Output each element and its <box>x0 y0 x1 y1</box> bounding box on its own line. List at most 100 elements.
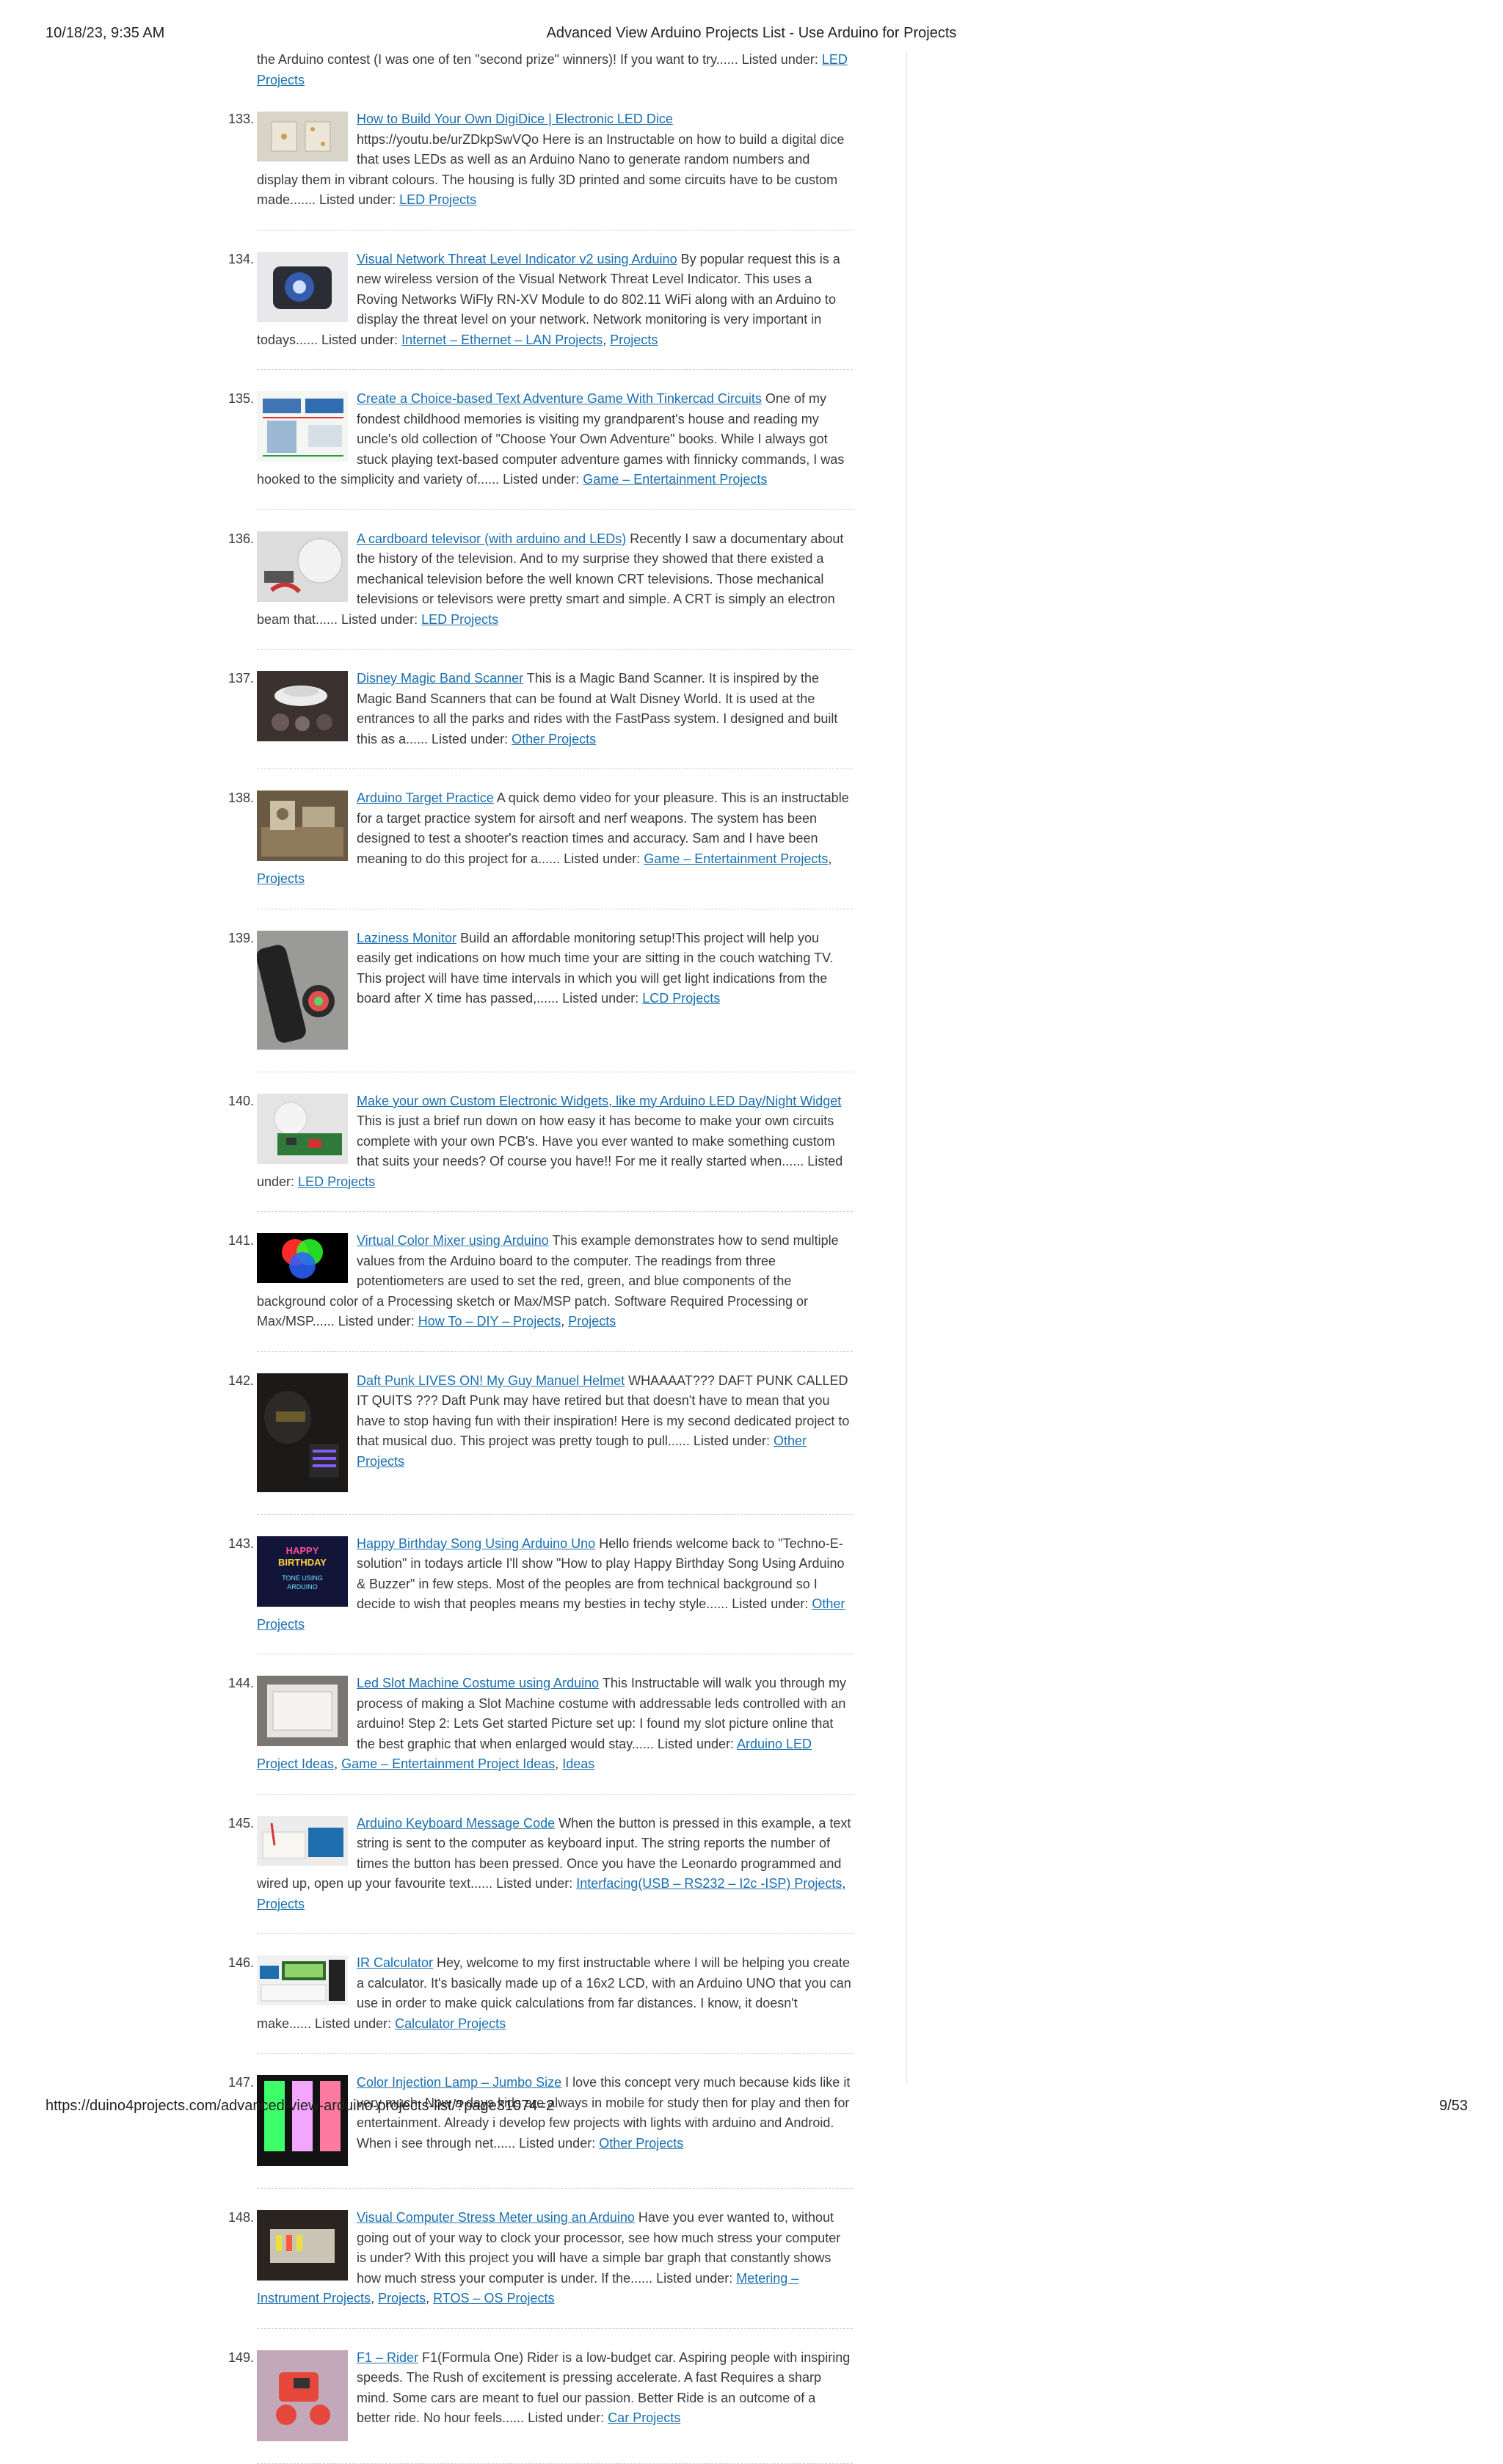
category-link[interactable]: Game – Entertainment Projects <box>583 472 767 487</box>
project-item: 133. How to Build Your Own DigiDice | Ele… <box>228 109 853 230</box>
category-link[interactable]: Game – Entertainment Projects <box>644 851 828 866</box>
print-url: https://duino4projects.com/advanced-view… <box>46 2098 555 2114</box>
project-title-link[interactable]: Color Injection Lamp – Jumbo Size <box>357 2075 561 2090</box>
project-item: 134. Visual Network Threat Level Indicato… <box>228 250 853 370</box>
project-title-link[interactable]: Led Slot Machine Costume using Arduino <box>357 1676 599 1690</box>
project-item: 145. Arduino Keyboard Message Code When t… <box>228 1814 853 1934</box>
widget-board-thumbnail[interactable] <box>257 1093 348 1164</box>
previous-item-tail: the Arduino contest (I was one of ten "s… <box>257 50 853 90</box>
rgb-circles-thumbnail[interactable] <box>257 1233 348 1283</box>
project-number: 138. <box>228 791 254 805</box>
project-item: 142. Daft Punk LIVES ON! My Guy Manuel He… <box>228 1371 853 1515</box>
project-item: 143. HAPPY BIRTHDAY TONE USING ARDUINO Happy … <box>228 1534 853 1654</box>
project-number: 147. <box>228 2075 254 2090</box>
project-number: 134. <box>228 251 254 266</box>
helmet-thumbnail[interactable] <box>257 1373 348 1492</box>
project-number: 141. <box>228 1233 254 1248</box>
project-item: 141. Virtual Color Mixer using Arduino Th… <box>228 1231 853 1352</box>
category-link[interactable]: Other Projects <box>599 2136 683 2151</box>
scanner-thumbnail[interactable] <box>257 671 348 741</box>
target-board-thumbnail[interactable] <box>257 791 348 861</box>
svg-text:TONE USING: TONE USING <box>282 1574 323 1582</box>
project-item: 139. Laziness Monitor Build an affordable… <box>228 928 853 1072</box>
svg-text:ARDUINO: ARDUINO <box>287 1583 318 1591</box>
category-link[interactable]: Car Projects <box>608 2410 680 2425</box>
project-number: 144. <box>228 1676 254 1690</box>
project-title-link[interactable]: Daft Punk LIVES ON! My Guy Manuel Helmet <box>357 1373 625 1388</box>
category-link[interactable]: Internet – Ethernet – LAN Projects <box>401 332 603 347</box>
project-number: 145. <box>228 1815 254 1831</box>
category-link[interactable]: Projects <box>568 1314 616 1329</box>
breadboard-thumbnail[interactable] <box>257 1815 348 1866</box>
project-item: 140. Make your own Custom Electronic Widg… <box>228 1091 853 1212</box>
project-title-link[interactable]: Disney Magic Band Scanner <box>357 671 523 686</box>
project-item: 149. F1 – Rider F1(Formula One) Rider is … <box>228 2348 853 2464</box>
project-item: 144. Led Slot Machine Costume using Ardui… <box>228 1673 853 1795</box>
color-lamps-thumbnail[interactable] <box>257 2075 348 2166</box>
birthday-banner-thumbnail[interactable]: HAPPY BIRTHDAY TONE USING ARDUINO <box>257 1536 348 1607</box>
project-item: 138. Arduino Target Practice A quick demo… <box>228 788 853 909</box>
category-link[interactable]: LCD Projects <box>642 991 720 1006</box>
led-dice-thumbnail[interactable] <box>257 112 348 161</box>
project-title-link[interactable]: Laziness Monitor <box>357 931 456 945</box>
project-title-link[interactable]: IR Calculator <box>357 1955 433 1970</box>
project-item: 148. Visual Computer Stress Meter using a… <box>228 2208 853 2329</box>
print-title: Advanced View Arduino Projects List - Us… <box>546 25 957 41</box>
project-item: 146. IR Calculator Hey, welcome to my fir… <box>228 1953 853 2054</box>
lcd-keypad-thumbnail[interactable] <box>257 1955 348 2005</box>
print-footer: https://duino4projects.com/advanced-view… <box>0 2098 1503 2120</box>
project-title-link[interactable]: F1 – Rider <box>357 2350 418 2365</box>
project-title-link[interactable]: Arduino Keyboard Message Code <box>357 1816 555 1831</box>
project-number: 149. <box>228 2349 254 2365</box>
project-description: F1(Formula One) Rider is a low-budget ca… <box>357 2349 851 2426</box>
category-link[interactable]: RTOS – OS Projects <box>433 2291 554 2305</box>
robot-car-thumbnail[interactable] <box>257 2349 348 2441</box>
project-number: 136. <box>228 531 254 546</box>
slot-machine-thumbnail[interactable] <box>257 1676 348 1746</box>
project-number: 140. <box>228 1093 254 1108</box>
project-item: 135. Create a Choice-based Text Adventure… <box>228 389 853 510</box>
category-link[interactable]: How To – DIY – Projects <box>418 1314 561 1329</box>
category-link[interactable]: Other Projects <box>512 732 596 746</box>
project-title-link[interactable]: Create a Choice-based Text Adventure Gam… <box>357 391 762 406</box>
category-link[interactable]: Projects <box>610 332 658 347</box>
project-number: 142. <box>228 1373 254 1388</box>
category-link[interactable]: LED Projects <box>298 1174 375 1189</box>
category-link[interactable]: Ideas <box>562 1756 594 1771</box>
project-item: 147. Color Injection Lamp – Jumbo Size I … <box>228 2073 853 2189</box>
project-number: 148. <box>228 2210 254 2225</box>
blue-light-thumbnail[interactable] <box>257 251 348 322</box>
project-number: 143. <box>228 1536 254 1551</box>
project-number: 146. <box>228 1955 254 1970</box>
sidebar-divider <box>906 51 907 2085</box>
print-header: 10/18/23, 9:35 AM Advanced View Arduino … <box>0 25 1503 47</box>
svg-text:HAPPY: HAPPY <box>286 1545 319 1556</box>
category-link[interactable]: LED Projects <box>421 612 498 627</box>
project-title-link[interactable]: A cardboard televisor (with arduino and … <box>357 531 626 546</box>
stress-meter-thumbnail[interactable] <box>257 2210 348 2281</box>
project-title-link[interactable]: Arduino Target Practice <box>357 791 494 805</box>
project-item: 137. Disney Magic Band Scanner This is a … <box>228 669 853 769</box>
project-title-link[interactable]: How to Build Your Own DigiDice | Electro… <box>357 112 673 126</box>
circuit-diagram-thumbnail[interactable] <box>257 391 348 462</box>
category-link[interactable]: Projects <box>257 1897 305 1911</box>
cardboard-disc-thumbnail[interactable] <box>257 531 348 602</box>
project-title-link[interactable]: Visual Computer Stress Meter using an Ar… <box>357 2210 635 2225</box>
project-number: 135. <box>228 391 254 406</box>
project-title-link[interactable]: Visual Network Threat Level Indicator v2… <box>357 252 677 266</box>
category-link[interactable]: Calculator Projects <box>395 2016 506 2031</box>
category-link[interactable]: Projects <box>257 871 305 886</box>
category-link[interactable]: Projects <box>378 2291 426 2305</box>
project-title-link[interactable]: Make your own Custom Electronic Widgets,… <box>357 1094 841 1108</box>
category-link[interactable]: Interfacing(USB – RS232 – I2c -ISP) Proj… <box>576 1876 842 1891</box>
project-number: 133. <box>228 112 254 126</box>
remote-control-thumbnail[interactable] <box>257 930 348 1050</box>
category-link[interactable]: LED Projects <box>399 192 476 207</box>
project-number: 139. <box>228 930 254 945</box>
lead-text: the Arduino contest (I was one of ten "s… <box>257 52 822 67</box>
project-number: 137. <box>228 671 254 686</box>
print-page-number: 9/53 <box>1439 2098 1468 2114</box>
project-title-link[interactable]: Happy Birthday Song Using Arduino Uno <box>357 1536 595 1551</box>
category-link[interactable]: Game – Entertainment Project Ideas <box>341 1756 555 1771</box>
project-title-link[interactable]: Virtual Color Mixer using Arduino <box>357 1233 549 1248</box>
